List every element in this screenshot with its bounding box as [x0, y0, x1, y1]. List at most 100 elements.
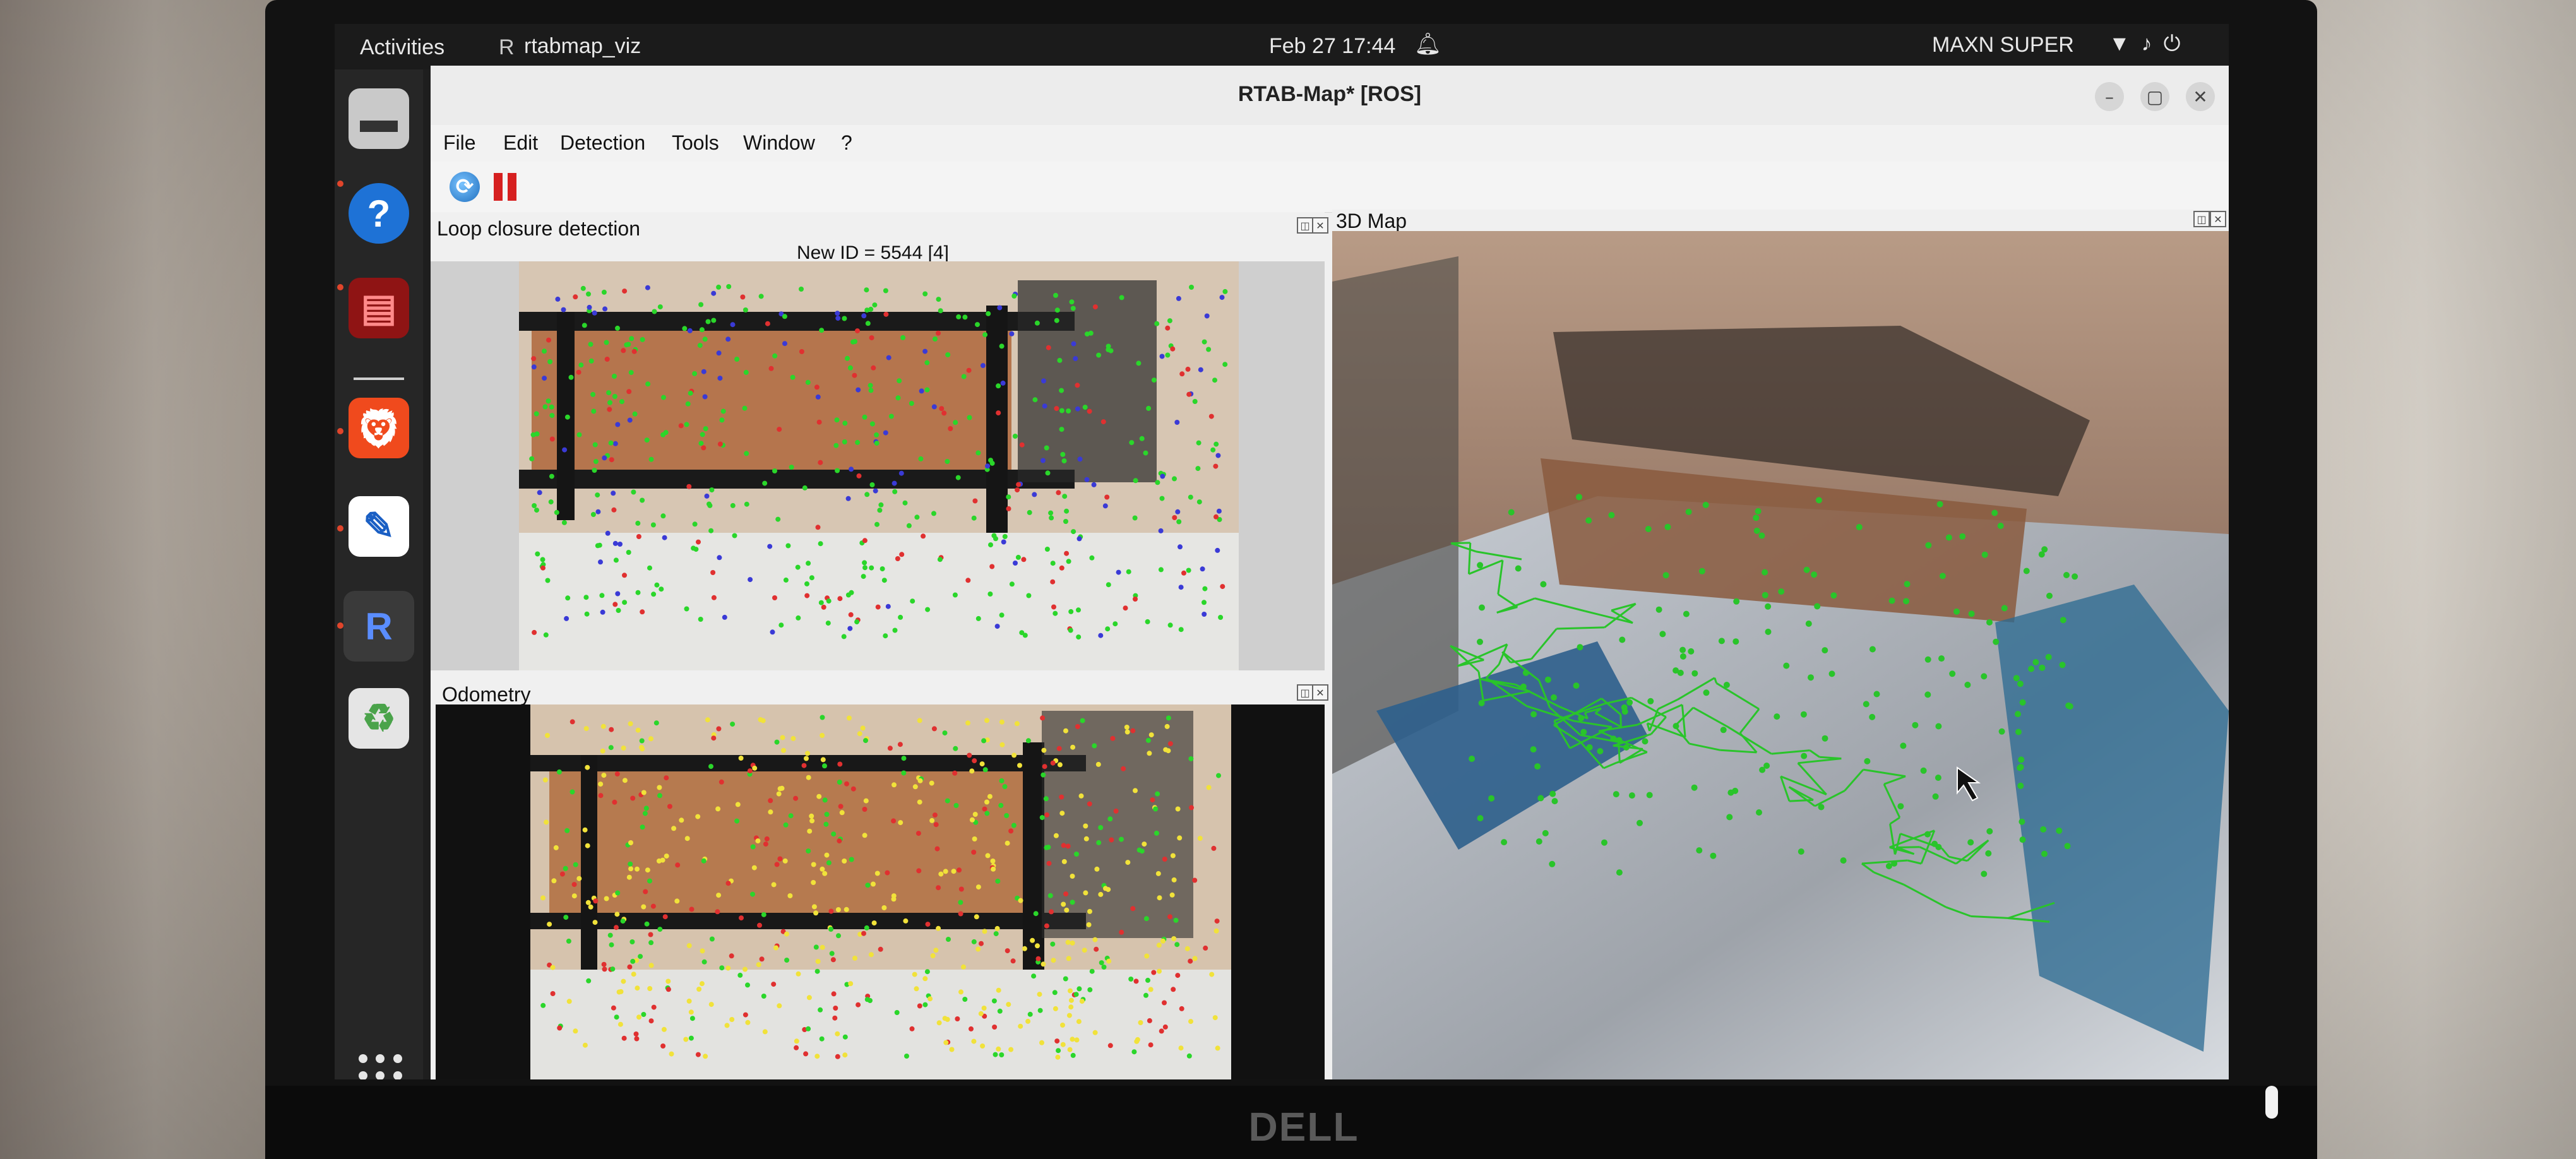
refresh-icon[interactable]: ⟳	[450, 172, 480, 202]
feature-point	[1044, 812, 1050, 817]
clock[interactable]: Feb 27 17:44	[1269, 34, 1395, 59]
feature-point	[863, 738, 868, 744]
feature-point	[1096, 352, 1102, 358]
feature-point	[820, 715, 825, 720]
pause-icon[interactable]	[494, 173, 522, 201]
panel-float-button[interactable]: ◫	[1297, 217, 1313, 234]
feature-point	[782, 341, 787, 347]
new-id-label: New ID = 5544 [4]	[797, 242, 949, 263]
rtabmap-app-icon[interactable]: R	[343, 591, 414, 662]
feature-point	[648, 940, 654, 946]
files-icon[interactable]: ▬	[349, 88, 409, 149]
map-point	[1949, 670, 1956, 677]
map-point	[1530, 746, 1537, 753]
power-mode-indicator[interactable]: MAXN SUPER	[1932, 33, 2074, 57]
feature-point	[1041, 378, 1046, 384]
feature-point	[898, 470, 904, 476]
feature-point	[757, 922, 762, 928]
maximize-button[interactable]: ▢	[2140, 82, 2169, 111]
feature-point	[1070, 1037, 1075, 1042]
feature-point	[1046, 845, 1051, 850]
text-editor-icon[interactable]: ✎	[349, 496, 409, 557]
brave-browser-icon[interactable]: 🦁︎	[349, 398, 409, 458]
panel-close-button[interactable]: ✕	[1312, 684, 1328, 701]
feature-point	[805, 379, 811, 385]
map-point	[1530, 711, 1537, 718]
map-point	[1534, 763, 1541, 770]
feature-point	[938, 871, 944, 877]
feature-point	[1145, 619, 1150, 624]
activities-button[interactable]: Activities	[360, 35, 444, 60]
menu-detection[interactable]: Detection	[560, 131, 645, 155]
show-apps-grid-icon[interactable]	[359, 1054, 404, 1079]
menu-file[interactable]: File	[443, 131, 476, 155]
feature-point	[628, 861, 633, 867]
feature-point	[822, 871, 828, 876]
trash-icon[interactable]: ♻	[349, 688, 409, 749]
feature-point	[602, 306, 608, 312]
map-point	[1763, 763, 1770, 769]
feature-point	[898, 614, 903, 620]
map-point	[2019, 699, 2026, 706]
map-point	[1628, 792, 1635, 799]
feature-point	[972, 758, 977, 764]
minimize-button[interactable]: –	[2095, 82, 2124, 111]
panel-float-button[interactable]: ◫	[1297, 684, 1313, 701]
feature-point	[924, 387, 930, 393]
feature-point	[600, 723, 606, 729]
feature-point	[997, 1008, 1003, 1014]
feature-point	[633, 1031, 639, 1037]
feature-point	[684, 422, 689, 427]
odometry-image	[436, 704, 1325, 1079]
window-titlebar[interactable]: RTAB-Map* [ROS] – ▢ ✕	[431, 66, 2229, 126]
feature-point	[1128, 977, 1134, 982]
close-button[interactable]: ✕	[2186, 82, 2215, 111]
help-icon[interactable]: ?	[349, 183, 409, 244]
feature-point	[961, 964, 966, 970]
map-point	[1696, 847, 1703, 854]
feature-point	[1099, 960, 1104, 966]
feature-point	[701, 445, 707, 451]
feature-point	[795, 564, 801, 570]
panel-float-button[interactable]: ◫	[2193, 211, 2210, 227]
system-tray[interactable]: ▼♪⏻	[2109, 32, 2192, 56]
feature-point	[1200, 566, 1205, 572]
feature-point	[863, 798, 869, 804]
menu-window[interactable]: Window	[743, 131, 815, 155]
feature-point	[557, 1025, 563, 1031]
feature-point	[1147, 1018, 1152, 1023]
feature-point	[739, 915, 744, 921]
map-point	[1586, 744, 1593, 751]
feature-point	[972, 498, 978, 504]
map-point	[1938, 655, 1945, 662]
app-menu[interactable]: rtabmap_viz	[524, 34, 641, 59]
feature-point	[689, 906, 695, 912]
menu-edit[interactable]: Edit	[503, 131, 538, 155]
feature-point	[984, 811, 990, 816]
odometry-panel: Odometry ◫ ✕	[436, 682, 1328, 1079]
map-point	[1756, 809, 1762, 816]
feature-point	[636, 1014, 641, 1020]
panel-close-button[interactable]: ✕	[1312, 217, 1328, 234]
system-monitor-icon[interactable]: ▤	[349, 278, 409, 338]
panel-close-button[interactable]: ✕	[2210, 211, 2226, 227]
feature-point	[1101, 965, 1107, 970]
feature-point	[1106, 958, 1112, 964]
feature-point	[608, 440, 614, 446]
feature-point	[730, 722, 736, 727]
feature-point	[747, 768, 753, 774]
menu-tools[interactable]: Tools	[672, 131, 719, 155]
feature-point	[631, 972, 636, 977]
feature-point	[984, 718, 989, 723]
feature-point	[794, 1045, 799, 1050]
running-indicator	[337, 525, 343, 532]
map-point	[1726, 814, 1733, 821]
feature-point	[532, 503, 537, 508]
feature-point	[1046, 860, 1052, 866]
menu-help[interactable]: ?	[841, 131, 852, 155]
feature-point	[814, 384, 820, 390]
feature-point	[730, 502, 736, 508]
feature-point	[806, 561, 811, 566]
map-3d-view[interactable]	[1332, 231, 2229, 1079]
feature-point	[838, 804, 844, 809]
